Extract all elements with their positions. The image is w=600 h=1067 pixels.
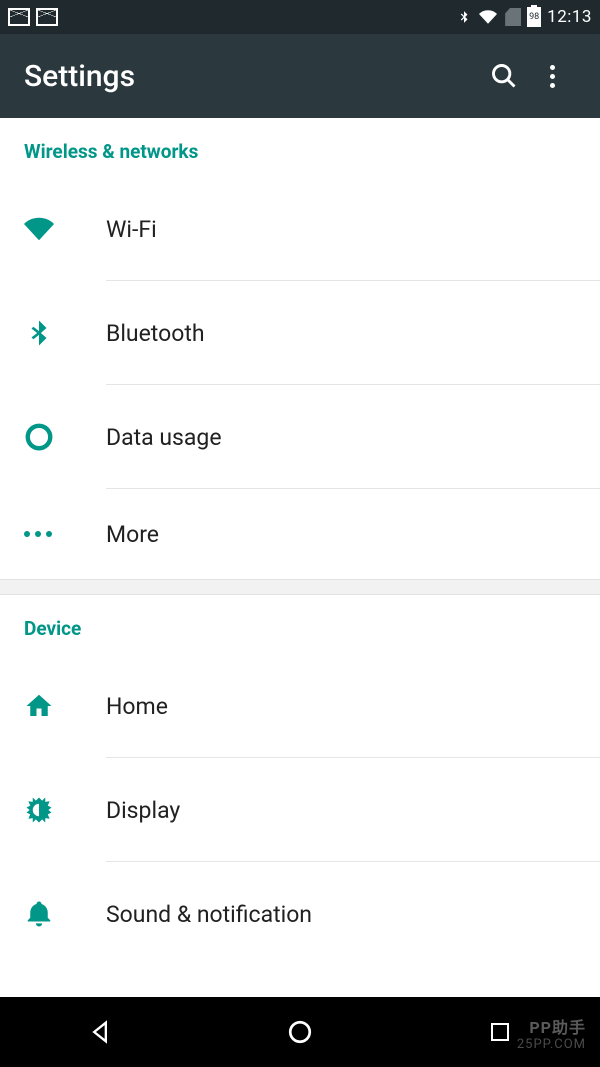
settings-item-sound[interactable]: Sound & notification <box>0 862 600 966</box>
settings-item-display[interactable]: Display <box>0 758 600 862</box>
page-title: Settings <box>24 59 480 94</box>
clock: 12:13 <box>547 7 592 27</box>
overflow-icon <box>550 65 555 88</box>
settings-item-more[interactable]: More <box>0 489 600 579</box>
settings-item-home[interactable]: Home <box>0 654 600 758</box>
section-header-device: Device <box>0 595 600 654</box>
home-button[interactable] <box>260 1012 340 1052</box>
home-icon <box>24 691 54 721</box>
section-divider <box>0 579 600 595</box>
bluetooth-icon <box>24 318 54 348</box>
settings-item-label: Display <box>80 797 576 824</box>
section-header-wireless: Wireless & networks <box>0 118 600 177</box>
recents-button[interactable] <box>460 1012 540 1052</box>
app-bar: Settings <box>0 34 600 118</box>
bell-icon <box>24 899 54 929</box>
settings-item-data-usage[interactable]: Data usage <box>0 385 600 489</box>
settings-item-label: Sound & notification <box>80 901 576 928</box>
back-button[interactable] <box>60 1012 140 1052</box>
settings-item-label: Home <box>80 693 576 720</box>
settings-item-wifi[interactable]: Wi-Fi <box>0 177 600 281</box>
settings-list: Wireless & networks Wi-Fi Bluetooth Data… <box>0 118 600 966</box>
bluetooth-status-icon <box>457 7 471 27</box>
recents-icon <box>488 1020 512 1044</box>
data-usage-icon <box>24 422 54 452</box>
more-icon <box>24 531 54 537</box>
search-icon <box>490 62 518 90</box>
search-button[interactable] <box>480 52 528 100</box>
sim-off-icon <box>505 8 521 26</box>
settings-item-label: Bluetooth <box>80 320 576 347</box>
battery-icon: 98 <box>527 7 541 27</box>
wifi-status-icon <box>477 8 499 26</box>
notification-mail-icon <box>8 8 30 26</box>
back-icon <box>86 1018 114 1046</box>
home-nav-icon <box>287 1019 313 1045</box>
wifi-icon <box>24 214 54 244</box>
status-bar: 98 12:13 <box>0 0 600 34</box>
settings-item-label: Wi-Fi <box>80 216 576 243</box>
settings-item-bluetooth[interactable]: Bluetooth <box>0 281 600 385</box>
settings-item-label: Data usage <box>80 424 576 451</box>
settings-item-label: More <box>80 521 576 548</box>
notification-mail-icon <box>36 8 58 26</box>
navigation-bar <box>0 997 600 1067</box>
overflow-menu-button[interactable] <box>528 52 576 100</box>
display-icon <box>24 795 54 825</box>
